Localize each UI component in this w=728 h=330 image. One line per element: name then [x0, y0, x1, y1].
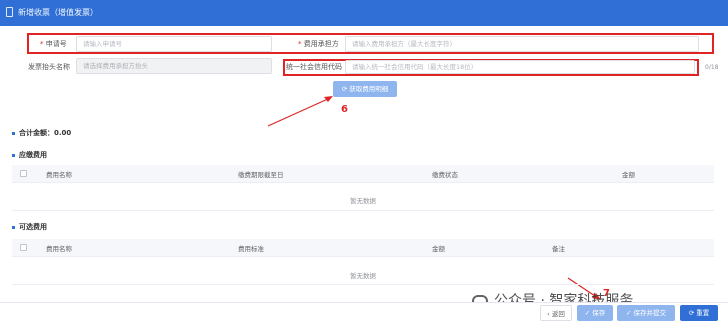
- save-button[interactable]: ✓ 保存: [577, 305, 613, 321]
- total-amount: 合计金额：0.00: [12, 128, 71, 138]
- select-all-checkbox[interactable]: [20, 244, 27, 251]
- section-dot: [12, 225, 15, 229]
- col-fee-name: 费用名称: [46, 245, 72, 253]
- divider: [12, 210, 714, 211]
- optional-table-header: 费用名称 费用标准 金额 备注: [12, 239, 714, 257]
- optional-fees-title: 可选费用: [12, 222, 47, 232]
- annotation-marker-6: 6: [341, 104, 348, 115]
- col-remark: 备注: [552, 245, 565, 253]
- select-all-checkbox[interactable]: [20, 170, 27, 177]
- save-submit-button[interactable]: ✓ 保存并提交: [617, 305, 675, 321]
- arrow-6-head: [324, 96, 333, 102]
- optional-empty: 暂无数据: [350, 272, 376, 280]
- col-fee-name: 费用名称: [46, 171, 72, 179]
- reset-button[interactable]: ⟳ 重置: [680, 305, 718, 321]
- arrow-6-line: [267, 97, 331, 127]
- divider: [12, 284, 714, 285]
- check-icon: ✓: [625, 309, 634, 317]
- back-button[interactable]: ‹ 返回: [540, 305, 572, 321]
- col-status: 缴费状态: [432, 171, 458, 179]
- col-deadline: 缴费期限截至日: [238, 171, 284, 179]
- payable-table-header: 费用名称 缴费期限截至日 缴费状态 金额: [12, 165, 714, 183]
- col-standard: 费用标准: [238, 245, 264, 253]
- section-dot: [12, 153, 15, 157]
- payable-empty: 暂无数据: [350, 197, 376, 205]
- col-amount: 金额: [432, 245, 445, 253]
- section-dot: [12, 131, 15, 135]
- payable-fees-title: 应缴费用: [12, 150, 47, 160]
- col-amount: 金额: [622, 171, 635, 179]
